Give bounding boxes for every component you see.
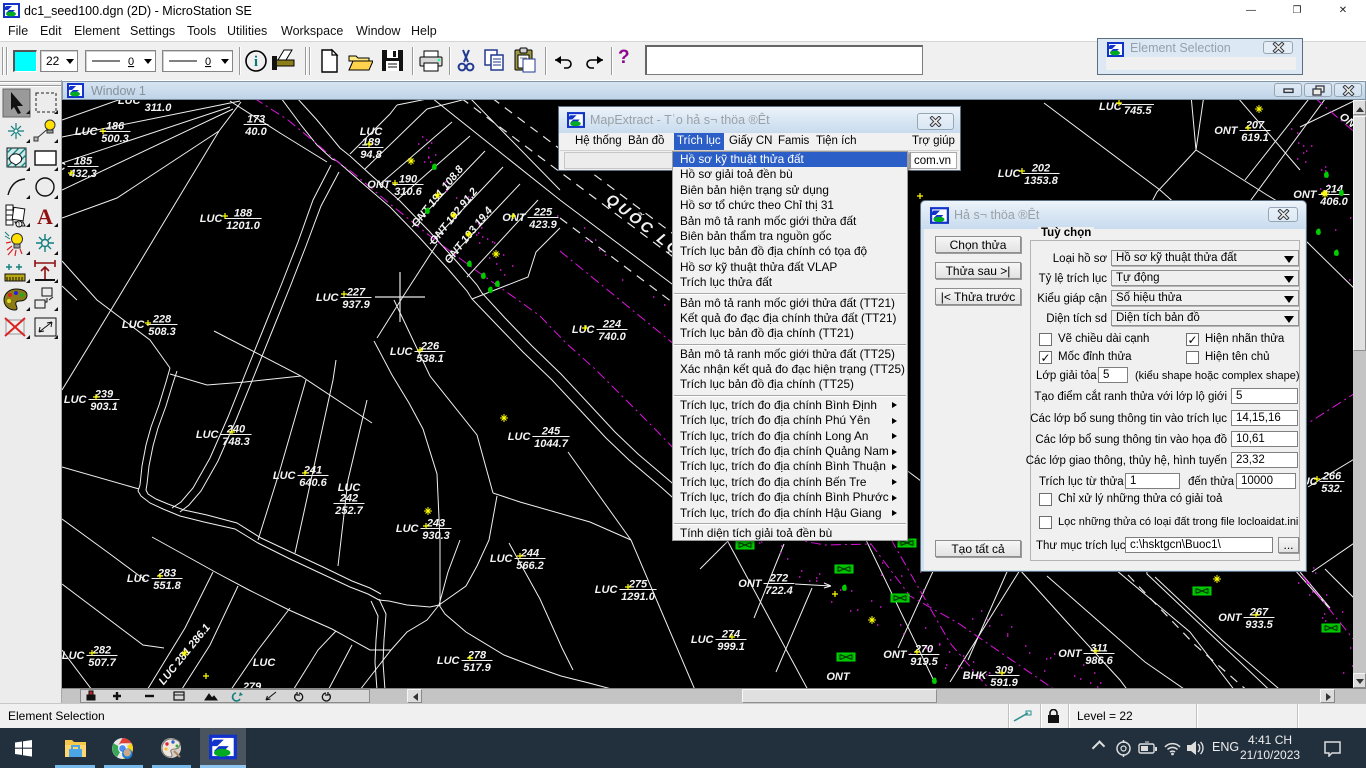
svg-text:LUC: LUC [127,573,151,585]
svg-text:LUC: LUC [196,429,220,441]
svg-text:225: 225 [533,207,553,219]
svg-text:ONT: ONT [738,578,763,590]
svg-text:266: 266 [1322,471,1342,483]
svg-text:722.4: 722.4 [765,585,793,597]
svg-text:227: 227 [346,287,366,299]
svg-text:189: 189 [362,137,381,149]
svg-text:591.9: 591.9 [990,677,1018,688]
svg-text:740.0: 740.0 [598,331,626,343]
svg-text:LUC: LUC [508,431,532,443]
svg-text:ONT: ONT [1218,612,1243,624]
svg-text:LUC: LUC [200,213,224,225]
svg-text:310.6: 310.6 [394,186,422,198]
svg-text:267: 267 [1249,607,1269,619]
svg-text:LUC: LUC [253,657,277,669]
svg-text:1353.8: 1353.8 [1024,175,1059,187]
svg-text:311: 311 [1090,643,1108,655]
svg-text:1291.0: 1291.0 [621,591,656,603]
svg-text:BHK: BHK [963,670,988,682]
svg-text:432.3: 432.3 [68,168,97,180]
svg-text:0: 0 [205,56,211,68]
svg-text:903.1: 903.1 [90,401,118,413]
svg-text:LUC: LUC [316,292,340,304]
svg-text:LUC: LUC [437,655,461,667]
svg-text:224: 224 [602,319,621,331]
svg-text:94.8: 94.8 [360,149,382,161]
svg-text:LUC: LUC [998,168,1022,180]
svg-text:538.1: 538.1 [416,353,444,365]
svg-text:ONT: ONT [1058,648,1083,660]
svg-text:243: 243 [426,518,445,530]
svg-text:551.8: 551.8 [153,580,181,592]
svg-text:1201.0: 1201.0 [226,220,261,232]
svg-text:517.9: 517.9 [463,662,491,674]
svg-text:LUC: LUC [390,346,414,358]
svg-text:244: 244 [520,548,539,560]
svg-text:A: A [37,204,53,229]
svg-text:423.9: 423.9 [528,219,557,231]
svg-text:0: 0 [128,56,134,68]
svg-text:640.6: 640.6 [299,477,327,489]
svg-text:186: 186 [106,121,125,133]
svg-text:566.2: 566.2 [516,560,544,572]
svg-text:619.1: 619.1 [1241,132,1269,144]
svg-text:190: 190 [399,174,418,186]
svg-text:275: 275 [628,579,648,591]
svg-text:930.3: 930.3 [422,530,450,542]
svg-text:LUC: LUC [118,100,142,107]
svg-text:ONT: ONT [502,212,527,224]
svg-text:986.6: 986.6 [1085,655,1113,667]
svg-text:748.3: 748.3 [222,436,250,448]
svg-text:i: i [254,54,258,70]
svg-text:999.1: 999.1 [717,641,745,653]
svg-text:LUC: LUC [122,319,146,331]
svg-text:LUC: LUC [64,394,88,406]
svg-text:202: 202 [1031,163,1050,175]
svg-text:242: 242 [339,493,358,505]
svg-text:LUC: LUC [396,523,420,535]
svg-text:532.: 532. [1321,483,1342,495]
svg-text:LUC: LUC [595,584,619,596]
svg-text:LUC: LUC [691,634,715,646]
svg-text:LUC: LUC [75,126,99,138]
svg-text:173: 173 [247,114,265,126]
svg-text:937.9: 937.9 [342,299,370,311]
svg-text:226: 226 [420,341,440,353]
svg-text:LUC: LUC [490,553,514,565]
svg-text:188: 188 [234,208,253,220]
svg-text:274: 274 [721,629,740,641]
svg-text:279: 279 [242,681,262,688]
svg-text:933.5: 933.5 [1245,619,1273,631]
svg-text:507.7: 507.7 [88,657,116,669]
svg-text:LUC: LUC [572,324,596,336]
svg-text:LUC: LUC [273,470,297,482]
svg-text:ONT: ONT [1214,125,1239,137]
svg-text:311.0: 311.0 [145,102,173,114]
svg-text:ONT: ONT [826,671,851,683]
svg-text:240: 240 [226,424,246,436]
svg-text:272: 272 [769,573,788,585]
svg-text:239: 239 [94,389,114,401]
svg-text:40.0: 40.0 [244,126,267,138]
svg-text:500.3: 500.3 [101,133,129,145]
svg-text:245: 245 [541,426,561,438]
svg-text:LUC: LUC [62,650,86,662]
svg-text:508.3: 508.3 [148,326,176,338]
svg-text:228: 228 [152,314,172,326]
svg-text:185: 185 [74,156,93,168]
svg-text:309: 309 [995,665,1014,677]
svg-text:1044.7: 1044.7 [534,438,569,450]
svg-text:ONT: ONT [883,649,908,661]
svg-text:1: 1 [17,222,21,229]
svg-text:919.5: 919.5 [910,656,938,668]
svg-text:ONT: ONT [367,179,392,191]
svg-text:406.0: 406.0 [1319,196,1348,208]
svg-text:241: 241 [303,465,322,477]
svg-text:282: 282 [92,645,111,657]
svg-text:745.5: 745.5 [1124,105,1152,117]
svg-text:252.7: 252.7 [334,505,363,517]
